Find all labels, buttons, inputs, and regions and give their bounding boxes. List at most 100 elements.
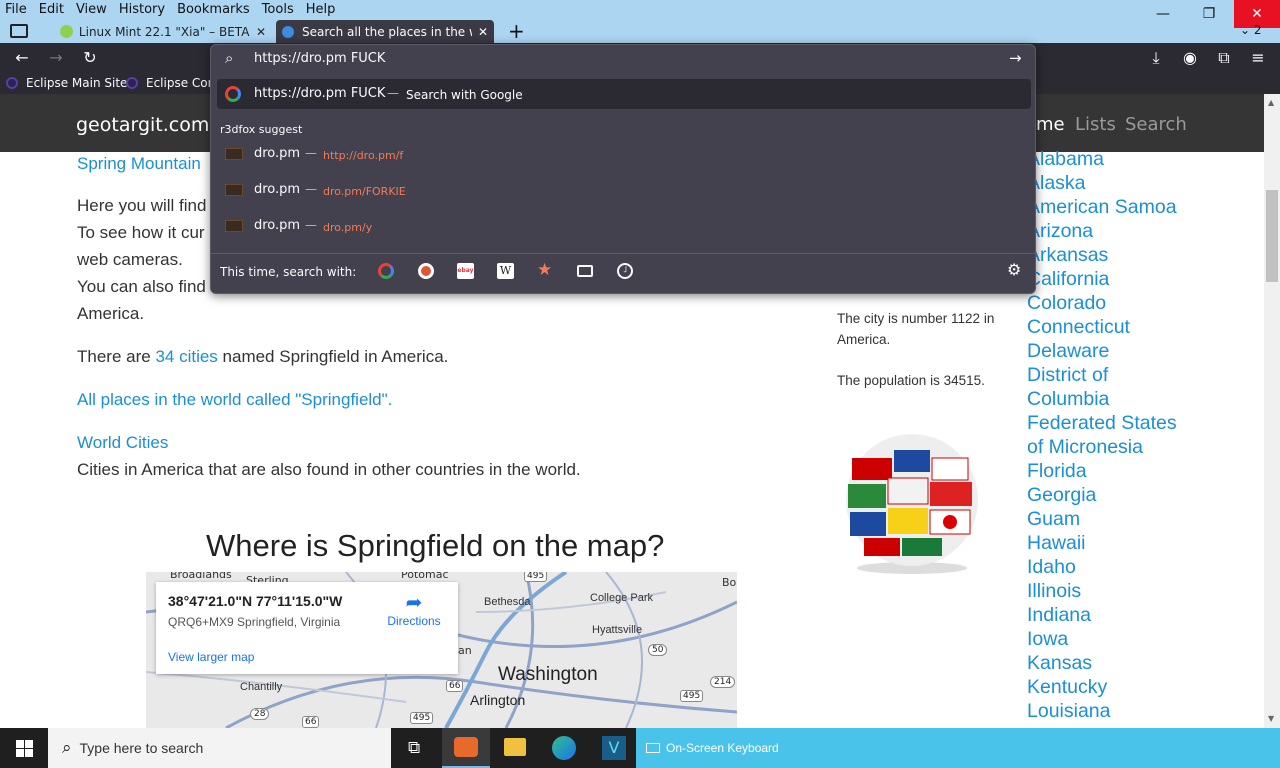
- eclipse-icon: [6, 77, 18, 89]
- suggestion-title: dro.pm: [254, 218, 301, 233]
- duckduckgo-engine-icon[interactable]: [418, 263, 434, 279]
- on-screen-keyboard-task[interactable]: On-Screen Keyboard: [636, 728, 1280, 768]
- edge-icon[interactable]: [552, 736, 576, 760]
- vmware-icon[interactable]: V: [602, 736, 626, 760]
- bookmark-eclipse-main[interactable]: Eclipse Main Site: [6, 76, 127, 90]
- back-icon[interactable]: ←: [10, 43, 34, 72]
- state-link[interactable]: Guam: [1027, 507, 1177, 531]
- tabs-icon[interactable]: [577, 265, 593, 277]
- state-link[interactable]: Columbia: [1027, 387, 1177, 411]
- scroll-up-icon[interactable]: ▲: [1268, 98, 1274, 107]
- state-link[interactable]: Connecticut: [1027, 315, 1177, 339]
- menu-history[interactable]: History: [113, 0, 171, 20]
- state-link[interactable]: Florida: [1027, 459, 1177, 483]
- state-link[interactable]: California: [1027, 267, 1177, 291]
- suggestion-row[interactable]: dro.pm — dro.pm/y: [217, 211, 1031, 241]
- state-link[interactable]: Arkansas: [1027, 243, 1177, 267]
- tab-list-icon[interactable]: [10, 24, 28, 38]
- windows-start-icon[interactable]: [16, 740, 33, 757]
- state-link[interactable]: Kansas: [1027, 651, 1177, 675]
- tab-close-icon[interactable]: ✕: [478, 25, 488, 39]
- state-link[interactable]: District of: [1027, 363, 1177, 387]
- menu-help[interactable]: Help: [300, 0, 342, 20]
- state-link[interactable]: American Samoa: [1027, 195, 1177, 219]
- tab-close-icon[interactable]: ✕: [256, 25, 266, 39]
- task-view-icon[interactable]: ⧉: [408, 738, 420, 758]
- view-larger-map-link[interactable]: View larger map: [168, 650, 254, 664]
- site-logo[interactable]: geotargit.com: [76, 114, 209, 136]
- scroll-thumb[interactable]: [1266, 190, 1278, 282]
- scroll-down-icon[interactable]: ▼: [1268, 714, 1274, 723]
- nav-home-partial[interactable]: me: [1036, 114, 1065, 135]
- menu-view[interactable]: View: [70, 0, 113, 20]
- taskbar-search-box[interactable]: ⌕ Type here to search: [48, 728, 391, 768]
- text-named: named Springfield in America.: [217, 347, 449, 366]
- minimize-button[interactable]: —: [1140, 0, 1186, 28]
- tab-linux-mint[interactable]: Linux Mint 22.1 "Xia" – BETA Rel ✕: [54, 20, 266, 43]
- go-arrow-icon[interactable]: →: [1009, 49, 1022, 67]
- suggestion-separator: —: [305, 218, 317, 232]
- suggestion-action: Search with Google: [406, 88, 523, 102]
- google-engine-icon[interactable]: [378, 263, 394, 279]
- state-link[interactable]: Alabama: [1027, 147, 1177, 171]
- new-tab-button[interactable]: +: [508, 19, 525, 43]
- suggestion-row[interactable]: dro.pm — http://dro.pm/f: [217, 139, 1031, 169]
- state-link[interactable]: Federated States: [1027, 411, 1177, 435]
- account-icon[interactable]: ◉: [1178, 43, 1202, 72]
- state-link[interactable]: Kentucky: [1027, 675, 1177, 699]
- menu-icon[interactable]: ≡: [1246, 43, 1270, 72]
- state-link[interactable]: Idaho: [1027, 555, 1177, 579]
- state-link[interactable]: Alaska: [1027, 171, 1177, 195]
- world-cities-link[interactable]: World Cities: [77, 429, 168, 456]
- urlbar-input[interactable]: https://dro.pm FUCK: [254, 51, 385, 66]
- maximize-button[interactable]: ❐: [1186, 0, 1232, 28]
- chevron-down-icon: ⌄: [1240, 23, 1251, 37]
- state-link[interactable]: Hawaii: [1027, 531, 1177, 555]
- urlbar[interactable]: ⌕ https://dro.pm FUCK →: [211, 45, 1037, 73]
- state-link[interactable]: Indiana: [1027, 603, 1177, 627]
- bookmark-eclipse-com[interactable]: Eclipse Com: [126, 76, 219, 90]
- tab-search-places[interactable]: Search all the places in the worl ✕: [276, 20, 494, 43]
- menu-edit[interactable]: Edit: [33, 0, 70, 20]
- state-link[interactable]: Illinois: [1027, 579, 1177, 603]
- search-suggestion-row[interactable]: https://dro.pm FUCK — Search with Google: [217, 79, 1031, 109]
- directions-button[interactable]: ➦ Directions: [384, 592, 444, 628]
- history-clock-icon[interactable]: ˩: [617, 263, 633, 279]
- cities-link[interactable]: 34 cities: [155, 347, 217, 366]
- state-link[interactable]: of Micronesia: [1027, 435, 1177, 459]
- state-link[interactable]: Arizona: [1027, 219, 1177, 243]
- state-link[interactable]: Iowa: [1027, 627, 1177, 651]
- map-label: Bo: [722, 576, 737, 589]
- spring-mountain-link[interactable]: Spring Mountain: [77, 150, 201, 177]
- reload-icon[interactable]: ↻: [78, 43, 102, 72]
- state-link[interactable]: Delaware: [1027, 339, 1177, 363]
- menu-file[interactable]: File: [0, 0, 33, 20]
- text-there-are: There are: [77, 347, 156, 366]
- file-explorer-icon[interactable]: [504, 738, 526, 756]
- bookmarks-star-icon[interactable]: ★: [537, 260, 552, 280]
- suggestion-row[interactable]: dro.pm — dro.pm/FORKIE: [217, 175, 1031, 205]
- state-link[interactable]: Louisiana: [1027, 699, 1177, 723]
- nav-search[interactable]: Search: [1125, 114, 1187, 135]
- extensions-icon[interactable]: ⧉: [1212, 43, 1236, 72]
- map-label: College Park: [590, 592, 653, 604]
- osk-label: On-Screen Keyboard: [666, 741, 779, 755]
- download-icon[interactable]: ⤓: [1144, 43, 1168, 72]
- divider: [211, 253, 1037, 254]
- map-info-card: 38°47'21.0"N 77°11'15.0"W QRQ6+MX9 Sprin…: [156, 582, 458, 674]
- nav-lists[interactable]: Lists: [1075, 114, 1116, 135]
- menu-bookmarks[interactable]: Bookmarks: [171, 0, 256, 20]
- forward-icon[interactable]: →: [44, 43, 68, 72]
- page-scrollbar[interactable]: ▲ ▼: [1264, 94, 1280, 728]
- wikipedia-engine-icon[interactable]: W: [497, 263, 514, 279]
- tab-overflow-indicator[interactable]: ⌄ 2: [1240, 23, 1262, 37]
- menu-tools[interactable]: Tools: [256, 0, 300, 20]
- ebay-engine-icon[interactable]: ebay: [457, 263, 474, 279]
- map-label: an: [458, 644, 472, 657]
- all-places-link[interactable]: All places in the world called "Springfi…: [77, 386, 392, 413]
- gear-icon[interactable]: ⚙: [1007, 260, 1021, 279]
- state-link[interactable]: Colorado: [1027, 291, 1177, 315]
- state-link[interactable]: Georgia: [1027, 483, 1177, 507]
- taskbar-browser-app[interactable]: [442, 728, 490, 768]
- favicon-icon: [225, 220, 243, 232]
